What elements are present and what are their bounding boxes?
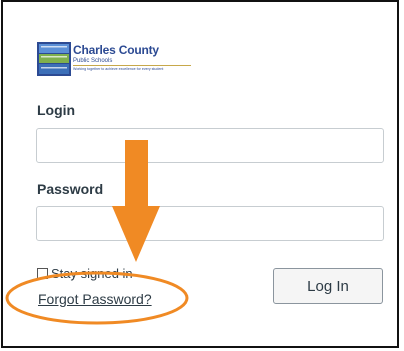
forgot-password-link[interactable]: Forgot Password?	[38, 291, 152, 307]
login-panel: Charles County Public Schools Working to…	[1, 0, 399, 348]
password-input[interactable]	[36, 206, 384, 241]
stay-signed-in[interactable]: Stay signed in	[37, 266, 133, 281]
school-logo: Charles County Public Schools Working to…	[37, 42, 197, 76]
password-label: Password	[37, 181, 104, 197]
logo-name: Charles County	[73, 43, 159, 57]
login-label: Login	[37, 102, 76, 118]
school-seal-icon	[37, 42, 71, 76]
stay-signed-in-checkbox[interactable]	[37, 268, 48, 279]
log-in-button[interactable]: Log In	[273, 268, 383, 304]
logo-subtitle: Public Schools	[73, 58, 113, 64]
logo-rule	[73, 65, 191, 66]
login-input[interactable]	[36, 128, 384, 163]
stay-signed-in-label: Stay signed in	[51, 266, 133, 281]
logo-tagline: Working together to achieve excellence f…	[73, 67, 164, 71]
